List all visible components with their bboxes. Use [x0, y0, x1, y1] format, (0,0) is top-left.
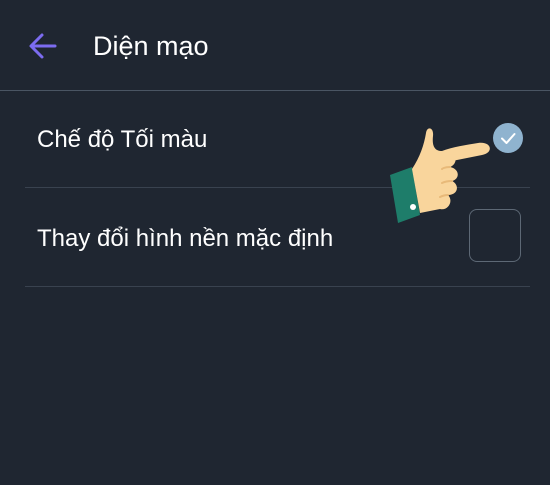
setting-label-default-wallpaper: Thay đổi hình nền mặc định	[37, 225, 334, 252]
page-title: Diện mạo	[93, 31, 209, 61]
setting-label-dark-mode: Chế độ Tối màu	[37, 126, 208, 153]
back-button[interactable]	[22, 28, 64, 64]
arrow-left-icon	[29, 33, 57, 59]
pointing-hand-icon	[390, 128, 490, 223]
header-bar: Diện mạo	[0, 0, 550, 91]
appearance-screen: Diện mạo Chế độ Tối màu Thay đổi hình nề…	[0, 0, 550, 485]
checkmark-icon	[501, 133, 516, 144]
divider	[25, 286, 530, 287]
dark-mode-checkbox[interactable]	[493, 123, 523, 153]
